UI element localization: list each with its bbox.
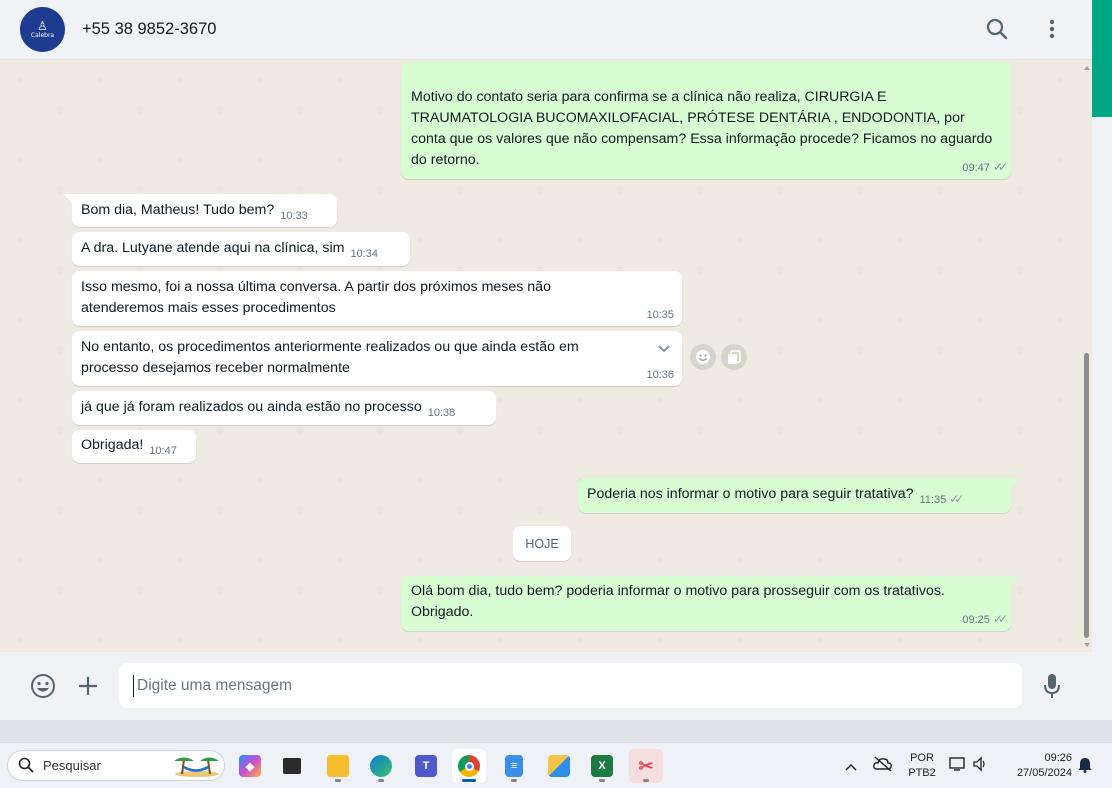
notepad-icon: ≡ <box>505 755 523 777</box>
message-text: Bom dia, Matheus! Tudo bem? <box>81 202 275 218</box>
taskbar-copilot[interactable]: ◆ <box>233 749 267 783</box>
message-incoming-hovered[interactable]: No entanto, os procedimentos anteriormen… <box>72 331 682 386</box>
taskbar-chrome[interactable] <box>452 749 486 783</box>
taskbar-search-label: Pesquisar <box>43 758 101 773</box>
bubble-tail <box>1011 478 1019 488</box>
window-bottom-edge <box>0 720 1112 742</box>
task-view-icon <box>283 758 301 774</box>
running-indicator <box>643 779 649 782</box>
message-time: 11:35 <box>919 494 947 506</box>
message-time: 10:35 <box>646 309 674 321</box>
chrome-icon <box>458 755 480 777</box>
message-meta: 09:47 ✓✓ <box>962 160 1008 175</box>
notification-bell-icon[interactable] <box>1078 757 1092 778</box>
day-separator: HOJE <box>513 526 571 561</box>
text-caret <box>133 675 134 697</box>
message-incoming[interactable]: Isso mesmo, foi a nossa última conversa.… <box>72 271 682 326</box>
message-incoming[interactable]: já que já foram realizados ou ainda estã… <box>72 391 496 425</box>
snipping-tool-icon: ✂ <box>638 755 654 776</box>
edge-icon <box>370 755 392 777</box>
tray-overflow-chevron-icon[interactable] <box>845 759 857 777</box>
microphone-icon[interactable] <box>1038 672 1066 700</box>
taskbar-teams[interactable]: T <box>409 749 443 783</box>
message-time: 10:36 <box>646 369 674 381</box>
message-outgoing[interactable]: Poderia nos informar o motivo para segui… <box>578 478 1019 513</box>
taskbar-notepad[interactable]: ≡ <box>497 749 531 783</box>
window-accent-strip <box>1092 0 1112 117</box>
taskbar-search-icon <box>18 757 34 778</box>
message-time: 10:34 <box>350 248 378 260</box>
message-time: 10:47 <box>149 445 177 457</box>
contact-name[interactable]: +55 38 9852-3670 <box>82 20 216 39</box>
message-text: Olá bom dia, tudo bem? poderia informar … <box>411 583 945 620</box>
running-indicator <box>335 779 341 782</box>
message-text: A dra. Lutyane atende aqui na clínica, s… <box>81 240 345 256</box>
menu-dots-icon[interactable] <box>1039 16 1065 42</box>
bubble-tail <box>64 194 72 204</box>
message-outgoing[interactable]: Motivo do contato seria para confirma se… <box>401 62 1011 179</box>
avatar-brand-text: Calebra <box>30 32 55 39</box>
read-ticks-icon: ✓✓ <box>992 160 1008 174</box>
onedrive-files-icon <box>548 755 570 777</box>
search-icon[interactable] <box>984 16 1010 42</box>
message-time: 10:38 <box>427 407 456 419</box>
read-ticks-icon: ✓✓ <box>949 492 964 506</box>
contact-avatar[interactable]: ♙ Calebra <box>20 7 65 52</box>
emoji-icon[interactable] <box>29 672 57 700</box>
message-text: Motivo do contato seria para confirma se… <box>411 89 993 168</box>
active-indicator <box>462 779 476 782</box>
taskbar-excel[interactable]: X <box>585 749 619 783</box>
message-incoming[interactable]: A dra. Lutyane atende aqui na clínica, s… <box>72 232 410 266</box>
message-incoming[interactable]: Obrigada! 10:47 <box>72 430 196 463</box>
clock-time[interactable]: 09:26 <box>1018 751 1072 765</box>
scroll-up-arrow-icon[interactable] <box>1084 66 1090 70</box>
teams-icon: T <box>415 755 437 777</box>
taskbar-onedrive-files[interactable] <box>542 749 576 783</box>
running-indicator <box>511 779 517 782</box>
taskbar-edge[interactable] <box>364 749 398 783</box>
copilot-icon: ◆ <box>239 755 261 777</box>
message-meta: 09:25 ✓✓ <box>962 612 1008 627</box>
message-incoming[interactable]: Bom dia, Matheus! Tudo bem? 10:33 <box>64 194 337 227</box>
clock-date[interactable]: 27/05/2024 <box>1000 766 1072 780</box>
message-time: 09:25 <box>962 614 990 626</box>
attach-plus-icon[interactable] <box>74 672 102 700</box>
scrollbar-thumb[interactable] <box>1084 353 1089 638</box>
taskbar-task-view[interactable] <box>275 749 309 783</box>
volume-icon[interactable] <box>972 756 988 777</box>
folder-icon <box>327 755 349 777</box>
message-text: No entanto, os procedimentos anteriormen… <box>81 339 579 376</box>
search-highlight-beach-icon <box>172 752 222 778</box>
keyboard-layout[interactable]: PTB2 <box>906 766 938 780</box>
message-text: Isso mesmo, foi a nossa última conversa.… <box>81 279 551 316</box>
running-indicator <box>378 779 384 782</box>
message-text: Poderia nos informar o motivo para segui… <box>587 486 914 502</box>
taskbar-snipping-tool[interactable]: ✂ <box>629 749 663 783</box>
bubble-tail <box>1011 576 1019 586</box>
forward-copy-icon[interactable] <box>721 344 747 370</box>
excel-icon: X <box>591 755 613 777</box>
input-language[interactable]: POR <box>906 751 938 765</box>
message-text: Obrigada! <box>81 437 144 453</box>
message-input[interactable] <box>119 663 1022 708</box>
message-outgoing[interactable]: Olá bom dia, tudo bem? poderia informar … <box>401 576 1019 631</box>
message-options-chevron-icon[interactable] <box>656 341 672 357</box>
read-ticks-icon: ✓✓ <box>992 612 1008 626</box>
network-icon[interactable] <box>949 756 965 777</box>
message-time: 10:33 <box>280 210 308 222</box>
scroll-down-arrow-icon[interactable] <box>1084 643 1090 647</box>
react-emoji-icon[interactable] <box>690 344 716 370</box>
message-meta: 11:35 ✓✓ <box>919 492 964 507</box>
message-text: já que já foram realizados ou ainda estã… <box>81 399 422 415</box>
tooth-logo-icon: ♙ <box>37 19 48 33</box>
window-edge <box>1092 117 1112 720</box>
running-indicator <box>599 779 605 782</box>
taskbar-file-explorer[interactable] <box>321 749 355 783</box>
onedrive-offline-icon[interactable] <box>873 756 893 777</box>
message-time: 09:47 <box>962 162 990 174</box>
